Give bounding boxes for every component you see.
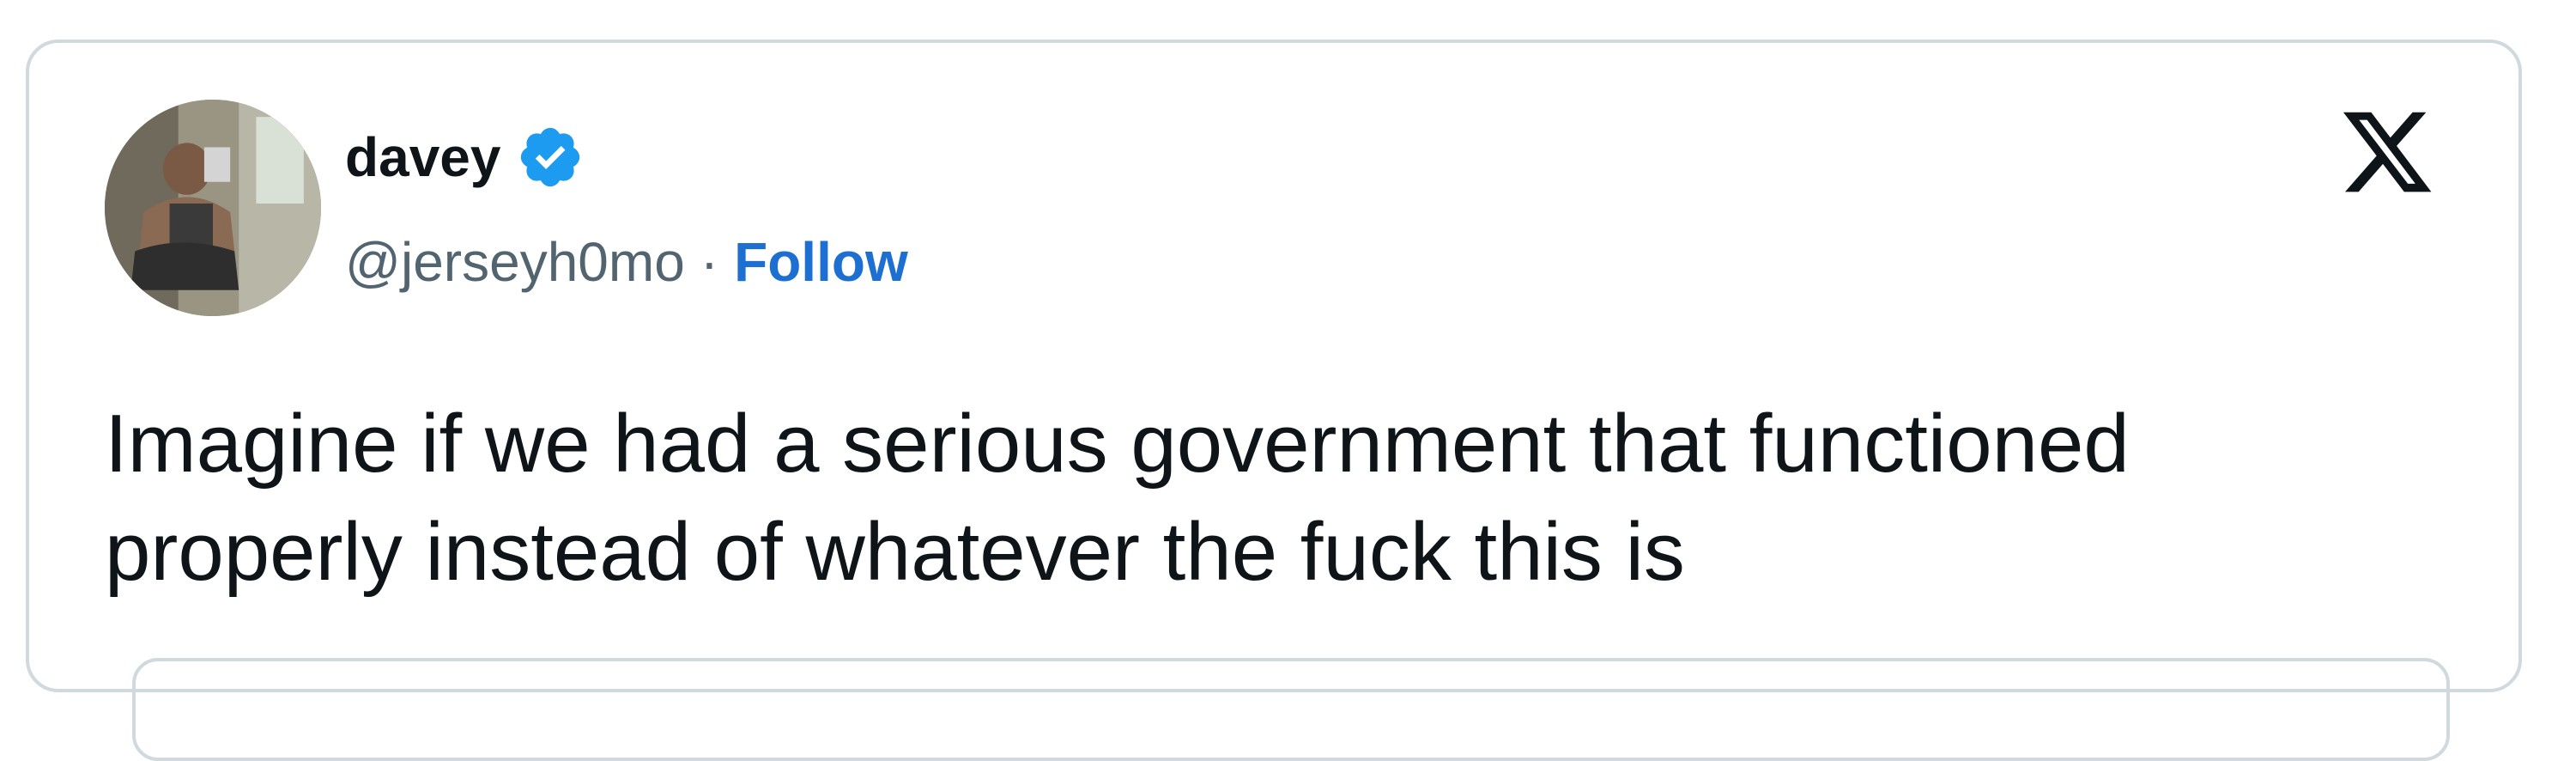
- author-name-row: davey: [345, 119, 585, 196]
- author-handle[interactable]: @jerseyh0mo: [345, 234, 685, 289]
- quoted-tweet-card[interactable]: [132, 658, 2450, 761]
- author-display-name[interactable]: davey: [345, 130, 500, 185]
- x-logo-icon[interactable]: [2338, 103, 2436, 201]
- avatar[interactable]: [105, 100, 321, 316]
- tweet-embed-card[interactable]: davey @jerseyh0mo · Follow Imagine if we…: [26, 40, 2522, 761]
- separator-dot: ·: [700, 231, 719, 293]
- tweet-text: Imagine if we had a serious government t…: [105, 398, 2130, 598]
- follow-button[interactable]: Follow: [734, 234, 908, 289]
- author-handle-row: @jerseyh0mo · Follow: [345, 223, 908, 301]
- verified-badge-icon: [516, 123, 585, 192]
